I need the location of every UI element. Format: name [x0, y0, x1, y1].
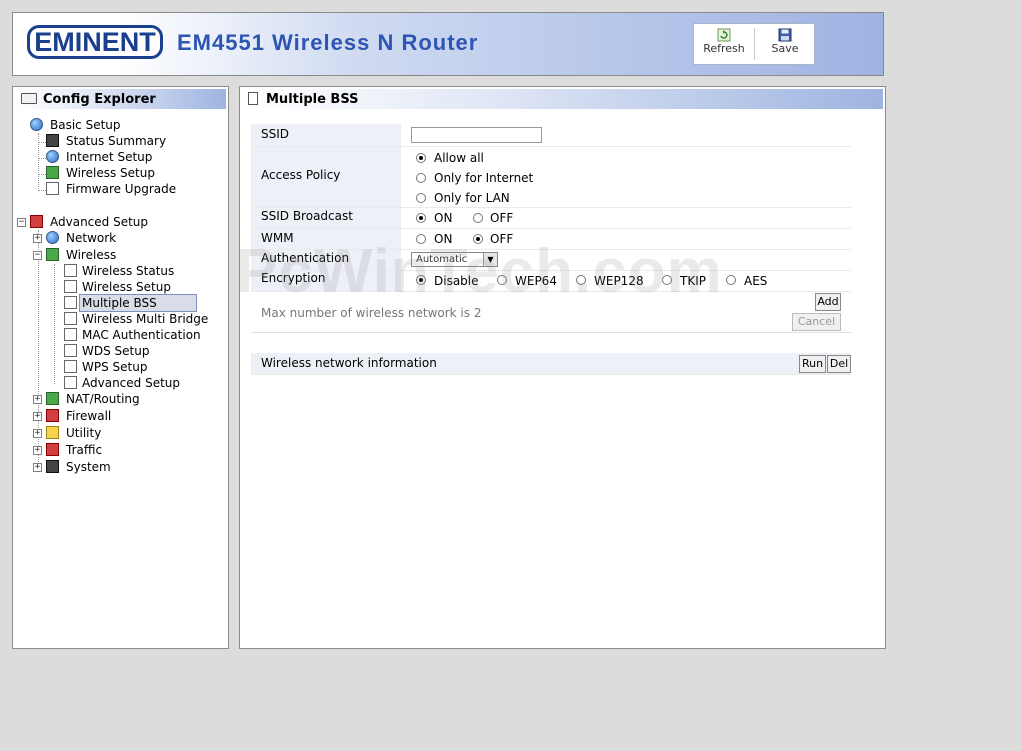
document-icon — [64, 280, 77, 293]
document-icon — [64, 312, 77, 325]
header-toolbar: Refresh Save — [693, 23, 815, 65]
tree-line — [38, 142, 46, 143]
routing-icon — [46, 392, 59, 405]
expand-toggle-network[interactable]: + — [33, 234, 42, 243]
collapse-toggle-advanced[interactable]: − — [17, 218, 26, 227]
tree-wireless-multi-bridge-label: Wireless Multi Bridge — [82, 312, 209, 326]
collapse-toggle-wireless[interactable]: − — [33, 251, 42, 260]
firewall-icon — [46, 409, 59, 422]
max-networks-text: Max number of wireless network is 2 — [261, 306, 482, 320]
floppy-disk-icon — [778, 28, 792, 42]
access-policy-lan-label: Only for LAN — [434, 191, 510, 205]
tree-wireless-setup-label: Wireless Setup — [82, 280, 171, 294]
folder-icon — [21, 93, 37, 104]
antenna-icon — [46, 166, 59, 179]
tree-advanced-setup-wireless-label: Advanced Setup — [82, 376, 181, 390]
expand-toggle-nat-routing[interactable]: + — [33, 395, 42, 404]
ssid-broadcast-label: SSID Broadcast — [261, 209, 353, 223]
utility-icon — [46, 426, 59, 439]
document-icon — [248, 92, 258, 105]
tree-advanced-setup-label: Advanced Setup — [50, 215, 149, 229]
document-icon — [64, 376, 77, 389]
document-icon — [64, 264, 77, 277]
tree-system-label: System — [66, 460, 111, 474]
ssid-broadcast-off-label: OFF — [490, 211, 514, 225]
tree-wireless-status-label: Wireless Status — [82, 264, 175, 278]
tree-utility-label: Utility — [66, 426, 102, 440]
tree-nat-routing-label: NAT/Routing — [66, 392, 140, 406]
save-label: Save — [771, 42, 799, 55]
tree-line — [38, 158, 46, 159]
advanced-setup-icon — [30, 215, 43, 228]
access-policy-allow-all-label: Allow all — [434, 151, 484, 165]
cancel-button[interactable]: Cancel — [792, 313, 841, 331]
system-icon — [46, 460, 59, 473]
document-icon — [64, 296, 77, 309]
refresh-button[interactable]: Refresh — [694, 24, 754, 64]
multiple-bss-title: Multiple BSS — [266, 92, 359, 107]
globe-icon — [30, 118, 43, 131]
tree-wps-setup-label: WPS Setup — [82, 360, 148, 374]
traffic-icon — [46, 443, 59, 456]
tree-traffic-label: Traffic — [66, 443, 103, 457]
tree-line — [38, 174, 46, 175]
router-header: EMINENT EM4551 Wireless N Router Refresh… — [12, 12, 884, 76]
config-explorer-header: Config Explorer — [15, 89, 226, 109]
tree-line — [38, 190, 46, 191]
network-icon — [46, 231, 59, 244]
expand-toggle-firewall[interactable]: + — [33, 412, 42, 421]
monitor-icon — [46, 134, 59, 147]
refresh-label: Refresh — [703, 42, 745, 55]
access-policy-internet-label: Only for Internet — [434, 171, 534, 185]
document-icon — [64, 328, 77, 341]
tree-multiple-bss-label: Multiple BSS — [79, 294, 197, 312]
config-explorer-title: Config Explorer — [43, 92, 156, 107]
ssid-broadcast-on-label: ON — [434, 211, 453, 225]
document-icon — [64, 344, 77, 357]
network-info-label: Wireless network information — [261, 356, 437, 370]
save-button[interactable]: Save — [755, 24, 815, 64]
tree-line — [54, 264, 55, 384]
tree-firewall-label: Firewall — [66, 409, 112, 423]
tree-firmware-upgrade-label: Firmware Upgrade — [66, 182, 177, 196]
expand-toggle-system[interactable]: + — [33, 463, 42, 472]
expand-toggle-utility[interactable]: + — [33, 429, 42, 438]
access-policy-allow-all-radio[interactable] — [416, 153, 426, 163]
tree-network-label: Network — [66, 231, 117, 245]
refresh-icon — [717, 28, 731, 42]
tree-wds-setup-label: WDS Setup — [82, 344, 150, 358]
tree-internet-setup-label: Internet Setup — [66, 150, 153, 164]
ssid-broadcast-on-radio[interactable] — [416, 213, 426, 223]
router-title: EM4551 Wireless N Router — [177, 30, 479, 55]
add-button[interactable]: Add — [815, 293, 841, 311]
del-button[interactable]: Del — [827, 355, 851, 373]
access-policy-label: Access Policy — [261, 168, 341, 182]
multiple-bss-header: Multiple BSS — [242, 89, 883, 109]
run-button[interactable]: Run — [799, 355, 826, 373]
document-icon — [64, 360, 77, 373]
tree-wireless-setup-basic-label: Wireless Setup — [66, 166, 155, 180]
eminent-logo: EMINENT — [27, 25, 163, 59]
expand-toggle-traffic[interactable]: + — [33, 446, 42, 455]
access-policy-row: Access Policy — [251, 147, 851, 208]
ssid-broadcast-off-radio[interactable] — [473, 213, 483, 223]
watermark: PcWinTech.com — [236, 237, 723, 306]
tree-mac-authentication-label: MAC Authentication — [82, 328, 201, 342]
tree-basic-setup-label: Basic Setup — [50, 118, 121, 132]
access-policy-lan-radio[interactable] — [416, 193, 426, 203]
ssid-row: SSID — [251, 124, 851, 147]
access-policy-internet-radio[interactable] — [416, 173, 426, 183]
ssid-label: SSID — [261, 127, 290, 141]
ssid-broadcast-row: SSID Broadcast — [251, 208, 851, 229]
ssid-input[interactable] — [411, 127, 542, 143]
globe-icon — [46, 150, 59, 163]
gear-document-icon — [46, 182, 59, 195]
tree-wireless-label: Wireless — [66, 248, 117, 262]
tree-status-summary-label: Status Summary — [66, 134, 167, 148]
encryption-aes-label: AES — [744, 274, 768, 288]
encryption-aes-radio[interactable] — [726, 275, 736, 285]
antenna-icon — [46, 248, 59, 261]
